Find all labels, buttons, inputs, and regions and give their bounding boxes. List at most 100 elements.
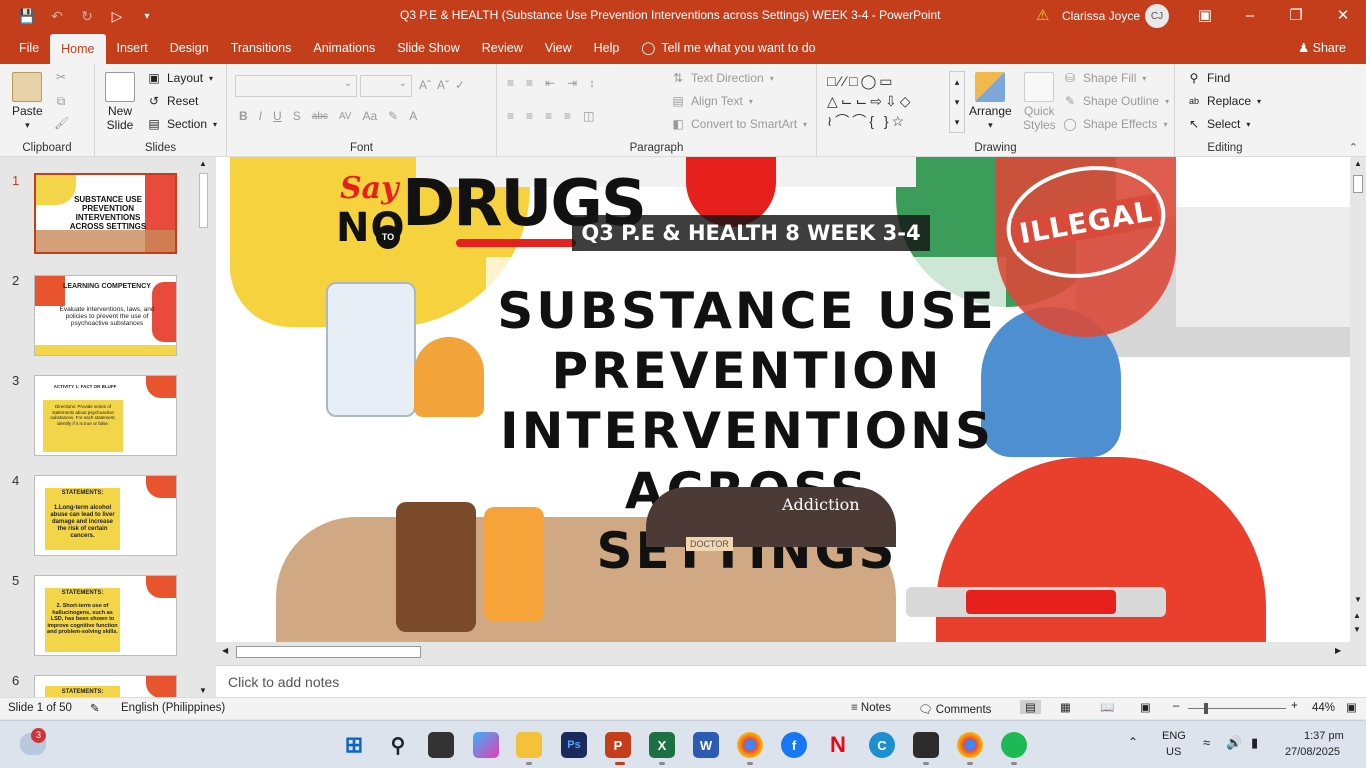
decrease-font-icon[interactable]: Aˇ — [437, 78, 449, 92]
facebook-icon[interactable]: f — [781, 732, 807, 758]
previous-slide-icon[interactable]: ▲ — [1353, 611, 1361, 620]
reset-button[interactable]: ↺ Reset — [147, 94, 198, 108]
shapes-gallery[interactable]: □∕∕□◯▭ △⌙⌙⇨⇩◇ ≀⌒⌒{ }☆ — [827, 71, 963, 133]
arrange-button[interactable]: Arrange ▾ — [969, 72, 1012, 132]
netflix-icon[interactable]: N — [825, 732, 851, 758]
strikethrough-icon[interactable]: abc — [312, 111, 328, 122]
notes-app-icon[interactable] — [913, 732, 939, 758]
spotify-icon[interactable] — [1001, 732, 1027, 758]
find-button[interactable]: ⚲ Find — [1187, 71, 1231, 85]
format-painter-icon[interactable]: 🖌 — [54, 116, 69, 130]
tab-slide-show[interactable]: Slide Show — [386, 32, 471, 64]
zoom-level[interactable]: 44% — [1312, 702, 1335, 714]
canva-icon[interactable]: C — [869, 732, 895, 758]
tab-review[interactable]: Review — [471, 32, 534, 64]
font-color-icon[interactable]: A — [409, 109, 417, 123]
increase-font-icon[interactable]: Aˆ — [419, 78, 431, 92]
tab-home[interactable]: Home — [50, 34, 106, 64]
file-explorer-icon[interactable] — [516, 732, 542, 758]
replace-button[interactable]: ab Replace ▾ — [1187, 94, 1261, 108]
tab-insert[interactable]: Insert — [106, 32, 159, 64]
cut-icon[interactable]: ✂ — [54, 70, 68, 84]
new-slide-button[interactable]: New Slide — [105, 72, 135, 132]
tab-help[interactable]: Help — [583, 32, 631, 64]
comments-button[interactable]: 🗨 Comments — [918, 702, 991, 716]
customize-quick-access-icon[interactable]: ▾ — [138, 7, 156, 25]
character-spacing-icon[interactable]: AV — [339, 111, 352, 122]
shadow-icon[interactable]: S — [293, 109, 301, 123]
show-hidden-icons[interactable]: ⌃ — [1128, 735, 1138, 749]
ribbon-display-icon[interactable]: ▣ — [1195, 6, 1215, 26]
thumbnail-scrollbar[interactable]: ▲ ▼ — [196, 157, 211, 697]
save-icon[interactable]: 💾 — [18, 7, 36, 25]
slide-sorter-icon[interactable]: ▦ — [1060, 700, 1071, 714]
shape-outline-button[interactable]: ✎ Shape Outline ▾ — [1063, 94, 1169, 108]
tab-view[interactable]: View — [534, 32, 583, 64]
shapes-scroll[interactable]: ▴ ▾ ▾ — [949, 71, 965, 133]
clock-time[interactable]: 1:37 pm — [1304, 730, 1344, 742]
align-text-button[interactable]: ▤ Align Text ▾ — [671, 94, 753, 108]
task-view-icon[interactable] — [428, 732, 454, 758]
share-button[interactable]: ♟ Share — [1298, 40, 1346, 55]
search-icon[interactable]: ⚲ — [385, 732, 411, 758]
volume-icon[interactable]: 🔊 — [1226, 735, 1242, 751]
tell-me-search[interactable]: ◯ Tell me what you want to do — [630, 32, 826, 64]
highlight-icon[interactable]: ✎ — [388, 109, 398, 123]
collapse-ribbon-icon[interactable]: ⌃ — [1349, 141, 1358, 154]
accessibility-icon[interactable]: ✎ — [90, 701, 100, 715]
slide-canvas[interactable]: ILLEGAL Say NO TO DRUGS Q3 P.E & HEALTH … — [216, 157, 1350, 642]
notes-placeholder[interactable]: Click to add notes — [228, 674, 339, 690]
justify-icon[interactable]: ≡ — [564, 109, 571, 123]
notes-button[interactable]: ≡ Notes — [851, 702, 891, 714]
wifi-icon[interactable]: ≈ — [1203, 735, 1210, 750]
slide-thumbnail[interactable]: SUBSTANCE USE PREVENTION INTERVENTIONS A… — [34, 173, 177, 254]
slide-thumbnail[interactable]: LEARNING COMPETENCY Evaluate interventio… — [34, 275, 177, 356]
zoom-slider[interactable] — [1188, 703, 1286, 714]
tab-file[interactable]: File — [8, 32, 50, 64]
bullets-icon[interactable]: ≡ — [507, 76, 514, 90]
slide-vertical-scrollbar[interactable]: ▲ ▼ ▲ ▼ — [1350, 157, 1366, 642]
line-spacing-icon[interactable]: ↕ — [589, 76, 595, 90]
slideshow-view-icon[interactable]: ▣ — [1140, 700, 1151, 714]
align-left-icon[interactable]: ≡ — [507, 109, 514, 123]
photoshop-icon[interactable]: Ps — [561, 732, 587, 758]
fit-slide-icon[interactable]: ▣ — [1346, 700, 1357, 714]
font-name-combo[interactable]: ⌄ — [235, 75, 357, 97]
notes-pane[interactable]: Click to add notes — [216, 665, 1366, 697]
slide-thumbnail[interactable]: STATEMENTS: — [34, 675, 177, 697]
select-button[interactable]: ↖ Select ▾ — [1187, 117, 1250, 131]
text-direction-button[interactable]: ⇅ Text Direction ▾ — [671, 71, 774, 85]
tab-animations[interactable]: Animations — [302, 32, 386, 64]
redo-icon[interactable]: ↻ — [78, 7, 96, 25]
paste-button[interactable]: Paste ▾ — [12, 72, 43, 132]
next-slide-icon[interactable]: ▼ — [1353, 625, 1361, 634]
numbering-icon[interactable]: ≡ — [526, 76, 533, 90]
input-region[interactable]: US — [1166, 746, 1181, 758]
maximize-button[interactable]: ❐ — [1286, 6, 1306, 26]
convert-smartart-button[interactable]: ◧ Convert to SmartArt ▾ — [671, 117, 807, 131]
normal-view-icon[interactable]: ▤ — [1020, 700, 1041, 714]
slide-thumbnail[interactable]: STATEMENTS: 2. Short-term use of halluci… — [34, 575, 177, 656]
underline-icon[interactable]: U — [273, 109, 282, 123]
shape-fill-button[interactable]: ⛁ Shape Fill ▾ — [1063, 71, 1146, 85]
quick-styles-button[interactable]: Quick Styles — [1023, 72, 1056, 132]
decrease-indent-icon[interactable]: ⇤ — [545, 76, 555, 90]
close-button[interactable]: ✕ — [1333, 6, 1353, 26]
italic-icon[interactable]: I — [259, 109, 262, 123]
warning-icon[interactable]: ⚠ — [1036, 6, 1049, 24]
reading-view-icon[interactable]: 📖 — [1100, 700, 1114, 714]
excel-icon[interactable]: X — [649, 732, 675, 758]
minimize-button[interactable]: – — [1240, 6, 1260, 26]
tab-transitions[interactable]: Transitions — [220, 32, 303, 64]
zoom-out-icon[interactable]: – — [1173, 700, 1179, 712]
tab-design[interactable]: Design — [159, 32, 220, 64]
change-case-icon[interactable]: Aa — [362, 109, 377, 123]
section-button[interactable]: ▤ Section ▾ — [147, 117, 217, 131]
slide-thumbnail[interactable]: STATEMENTS: 1.Long-term alcohol abuse ca… — [34, 475, 177, 556]
align-center-icon[interactable]: ≡ — [526, 109, 533, 123]
align-right-icon[interactable]: ≡ — [545, 109, 552, 123]
battery-icon[interactable]: ▮ — [1251, 735, 1258, 751]
slide-1[interactable]: ILLEGAL Say NO TO DRUGS Q3 P.E & HEALTH … — [216, 157, 1350, 642]
font-size-combo[interactable]: ⌄ — [360, 75, 412, 97]
copy-icon[interactable]: ⧉ — [54, 94, 68, 108]
